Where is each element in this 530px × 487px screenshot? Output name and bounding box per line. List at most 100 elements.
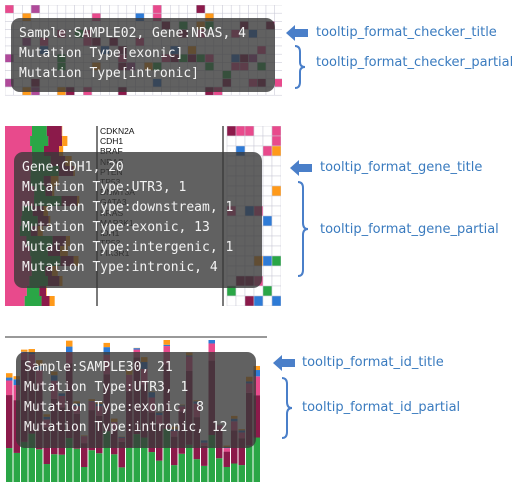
gene-tooltip-line: Mutation Type:UTR3, 1 (22, 180, 187, 195)
gene-grid-cell (271, 235, 281, 247)
gene-bar-segment (46, 126, 62, 136)
gene-grid-cell (271, 265, 281, 277)
heatmap-cell (126, 5, 136, 14)
heatmap-cell (30, 5, 41, 14)
gene-grid-cell (262, 205, 273, 217)
gene-grid-cell (271, 215, 281, 227)
gene-grid-cell (253, 135, 264, 147)
id-title-arrow-icon (273, 355, 295, 371)
gene-grid-cell (244, 295, 255, 306)
id-partial-label: tooltip_format_id_partial (302, 400, 461, 415)
heatmap-cell (117, 5, 128, 14)
gene-tooltip: Gene:CDH1, 20 Mutation Type:UTR3, 1 Muta… (14, 152, 262, 288)
gene-grid-cell (262, 175, 273, 187)
id-bar-segment (223, 451, 230, 467)
gene-grid-cell (226, 295, 237, 306)
gene-grid-cell (262, 215, 273, 227)
id-bar-segment (133, 348, 140, 350)
id-bar-segment (51, 454, 58, 482)
heatmap-cell (91, 5, 101, 14)
gene-grid-cell (262, 135, 273, 147)
gene-grid-cell (271, 245, 281, 257)
gene-bar-segment (62, 136, 68, 146)
heatmap-cell (135, 5, 145, 14)
heatmap-cell (274, 53, 282, 63)
gene-bar-segment (24, 296, 42, 306)
id-bar-segment (6, 377, 13, 381)
gene-grid-cell (271, 126, 281, 137)
id-title-label: tooltip_format_id_title (302, 355, 444, 370)
heatmap-cell (274, 5, 282, 14)
gene-grid-cell (271, 185, 281, 197)
heatmap-cell (230, 5, 241, 14)
id-bar-segment (81, 467, 88, 482)
id-bar-segment (156, 460, 163, 482)
gene-grid-cell (271, 205, 281, 217)
gene-grid-cell (271, 195, 281, 207)
id-bar-segment (36, 449, 43, 482)
id-bar-segment (118, 467, 125, 482)
gene-grid-cell (262, 295, 273, 306)
id-bar-segment (111, 454, 118, 482)
heatmap-cell (178, 5, 188, 14)
heatmap-cell (170, 5, 180, 14)
id-bar-segment (148, 452, 155, 482)
id-bar-segment (223, 466, 230, 482)
gene-name-label: CDH1 (100, 136, 124, 147)
gene-grid-cell (262, 155, 273, 167)
id-bar-segment (201, 465, 208, 482)
gene-grid-cell (271, 175, 281, 187)
heatmap-cell (274, 29, 282, 39)
gene-grid-cell (253, 126, 264, 137)
gene-grid-cell (235, 126, 246, 137)
heatmap-cell (65, 5, 75, 14)
checker-partial-label: tooltip_format_checker_partial (316, 55, 514, 70)
heatmap-cell (274, 45, 282, 55)
gene-grid-cell (244, 135, 255, 147)
id-bar-segment (186, 444, 193, 482)
id-bar-segment (231, 463, 238, 482)
gene-grid-cell (271, 145, 281, 157)
gene-tooltip-title-line: Gene:CDH1, 20 (22, 160, 124, 175)
id-bar-segment (96, 453, 103, 482)
id-bar-segment (163, 344, 170, 347)
heatmap-cell (83, 5, 93, 14)
gene-bar-segment (5, 126, 33, 136)
id-bar-segment (6, 380, 13, 396)
checker-title-label: tooltip_format_checker_title (316, 25, 497, 40)
gene-grid-cell (262, 145, 273, 157)
gene-title-label: tooltip_format_gene_title (320, 160, 483, 175)
gene-grid-cell (271, 295, 281, 306)
checker-partial-brace (294, 45, 306, 89)
heatmap-cell (74, 5, 84, 14)
gene-partial-label: tooltip_format_gene_partial (320, 222, 499, 237)
id-bar-segment (88, 450, 95, 482)
heatmap-cell (152, 5, 162, 14)
id-tooltip-title-line: Sample:SAMPLE30, 21 (24, 360, 173, 375)
gene-grid-cell (271, 285, 281, 297)
heatmap-cell (257, 5, 267, 14)
id-bar-segment (253, 437, 260, 482)
id-bar-segment (246, 445, 253, 482)
heatmap-cell (274, 86, 282, 96)
gene-grid-cell (262, 126, 273, 137)
heatmap-cell (222, 5, 232, 14)
gene-grid-cell (262, 185, 273, 197)
gene-tooltip-line: Mutation Type:exonic, 13 (22, 220, 210, 235)
id-bar-segment (193, 459, 200, 482)
heatmap-cell (274, 70, 282, 80)
checker-tooltip-title-line: Sample:SAMPLE02, Gene:NRAS, 4 (19, 26, 246, 41)
heatmap-cell (48, 5, 58, 14)
gene-bar-segment (30, 136, 49, 146)
gene-title-arrow-icon (290, 160, 312, 176)
gene-grid-cell (262, 265, 273, 277)
id-bar-segment (43, 464, 50, 482)
id-bar-segment (6, 448, 13, 482)
gene-bar-segment (5, 136, 31, 146)
id-partial-brace (281, 377, 293, 439)
gene-grid-cell (271, 135, 281, 147)
heatmap-cell (13, 5, 23, 14)
heatmap-cell (204, 5, 215, 14)
id-bar-segment (201, 445, 208, 466)
gene-name-label: CDKN2A (100, 126, 135, 136)
